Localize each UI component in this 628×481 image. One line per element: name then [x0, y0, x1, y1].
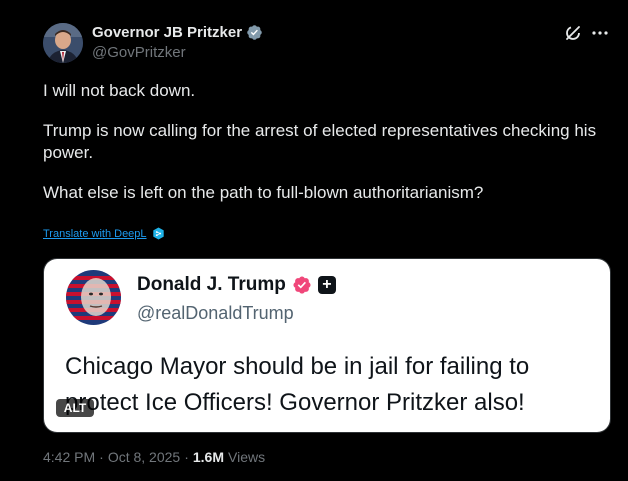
- views-count[interactable]: 1.6M: [193, 449, 224, 465]
- quoted-name-row: Donald J. Trump +: [137, 274, 336, 296]
- author-avatar[interactable]: [43, 23, 83, 63]
- grok-icon[interactable]: [563, 23, 583, 43]
- timestamp-time[interactable]: 4:42 PM: [43, 449, 95, 465]
- tweet-paragraph: What else is left on the path to full-bl…: [43, 183, 484, 202]
- deepl-icon: [152, 227, 164, 240]
- tweet-image[interactable]: Donald J. Trump + @realDonaldTrump Chica…: [43, 258, 611, 433]
- translate-link[interactable]: Translate with DeepL: [43, 227, 165, 240]
- author-handle[interactable]: @GovPritzker: [92, 44, 186, 61]
- translate-label: Translate with DeepL: [43, 227, 147, 240]
- tweet-paragraph: Trump is now calling for the arrest of e…: [43, 121, 597, 162]
- quoted-display-name: Donald J. Trump: [137, 274, 286, 295]
- tweet-paragraph: I will not back down.: [43, 81, 196, 100]
- trump-avatar: [66, 270, 121, 325]
- author-display-name[interactable]: Governor JB Pritzker: [92, 24, 242, 41]
- alt-text-badge[interactable]: ALT: [56, 399, 94, 417]
- views-label: Views: [228, 449, 266, 465]
- plus-badge-icon: +: [317, 276, 336, 294]
- verified-badge-icon: [247, 25, 262, 40]
- tweet: Governor JB Pritzker @GovPritzker I will…: [0, 0, 628, 481]
- timestamp-date[interactable]: Oct 8, 2025: [108, 449, 180, 465]
- tweet-text: I will not back down. Trump is now calli…: [43, 80, 603, 222]
- author-name-row: Governor JB Pritzker: [92, 24, 263, 41]
- quoted-post-screenshot: Donald J. Trump + @realDonaldTrump Chica…: [44, 259, 610, 432]
- verified-badge-icon: [293, 276, 311, 294]
- meta-separator: ·: [184, 449, 189, 465]
- tweet-metadata: 4:42 PM · Oct 8, 2025 · 1.6M Views: [43, 449, 265, 465]
- quoted-handle: @realDonaldTrump: [137, 303, 294, 323]
- meta-separator: ·: [99, 449, 104, 465]
- more-options-icon[interactable]: [589, 23, 611, 43]
- quoted-text: Chicago Mayor should be in jail for fail…: [65, 353, 530, 416]
